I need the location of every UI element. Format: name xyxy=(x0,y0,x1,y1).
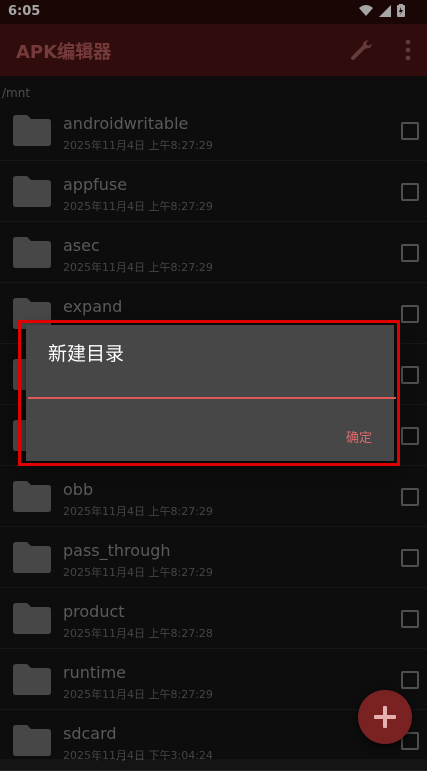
list-item[interactable]: asec 2025年11月4日 上午8:27:29 xyxy=(0,222,427,283)
select-checkbox[interactable] xyxy=(401,122,419,140)
folder-icon xyxy=(13,237,51,268)
folder-icon xyxy=(13,603,51,634)
file-date: 2025年11月4日 上午8:27:29 xyxy=(63,200,213,213)
select-checkbox[interactable] xyxy=(401,549,419,567)
file-name: expand xyxy=(63,297,123,316)
folder-icon xyxy=(13,115,51,146)
folder-icon xyxy=(13,725,51,756)
file-date: 2025年11月4日 下午3:04:24 xyxy=(63,749,213,762)
file-date: 2025年11月4日 上午8:27:29 xyxy=(63,139,213,152)
folder-icon xyxy=(13,481,51,512)
file-name: appfuse xyxy=(63,175,128,194)
signal-icon xyxy=(359,4,373,16)
list-item[interactable]: pass_through 2025年11月4日 上午8:27:29 xyxy=(0,527,427,588)
select-checkbox[interactable] xyxy=(401,427,419,445)
select-checkbox[interactable] xyxy=(401,244,419,262)
file-name: sdcard xyxy=(63,724,117,743)
file-name: runtime xyxy=(63,663,127,682)
file-date: 2025年11月4日 上午8:27:29 xyxy=(63,505,213,518)
folder-icon xyxy=(13,542,51,573)
file-name: androidwritable xyxy=(63,114,189,133)
file-name: asec xyxy=(63,236,100,255)
folder-icon xyxy=(13,176,51,207)
select-checkbox[interactable] xyxy=(401,488,419,506)
file-date: 2025年11月4日 上午8:27:29 xyxy=(63,688,213,701)
file-name: product xyxy=(63,602,125,621)
select-checkbox[interactable] xyxy=(401,305,419,323)
more-vert-icon[interactable] xyxy=(403,38,413,62)
add-button[interactable] xyxy=(358,690,412,744)
app-title: APK编辑器 xyxy=(16,42,112,63)
list-item[interactable]: appfuse 2025年11月4日 上午8:27:29 xyxy=(0,161,427,222)
file-name: obb xyxy=(63,480,94,499)
file-date: 2025年11月4日 上午8:27:29 xyxy=(63,261,213,274)
folder-name-input[interactable] xyxy=(28,371,396,399)
file-date: 2025年11月4日 上午8:27:29 xyxy=(63,566,213,579)
file-date: 2025年11月4日 上午8:27:28 xyxy=(63,627,213,640)
status-time: 6:05 xyxy=(8,4,41,19)
cellular-icon xyxy=(379,4,391,17)
list-item[interactable]: product 2025年11月4日 上午8:27:28 xyxy=(0,588,427,649)
select-checkbox[interactable] xyxy=(401,671,419,689)
select-checkbox[interactable] xyxy=(401,366,419,384)
file-name: pass_through xyxy=(63,541,171,560)
list-item[interactable]: obb 2025年11月4日 上午8:27:29 xyxy=(0,466,427,527)
status-bar: 6:05 xyxy=(0,0,427,24)
current-path: /mnt xyxy=(2,86,31,100)
app-bar: APK编辑器 xyxy=(0,24,427,76)
add-icon xyxy=(374,706,396,728)
list-item[interactable]: androidwritable 2025年11月4日 上午8:27:29 xyxy=(0,100,427,161)
battery-icon xyxy=(397,4,405,17)
select-checkbox[interactable] xyxy=(401,610,419,628)
wrench-icon[interactable] xyxy=(349,36,375,62)
new-folder-dialog: 新建目录 确定 xyxy=(26,325,396,461)
folder-icon xyxy=(13,664,51,695)
select-checkbox[interactable] xyxy=(401,183,419,201)
confirm-button[interactable]: 确定 xyxy=(346,427,372,446)
status-icons xyxy=(359,4,405,17)
dialog-title: 新建目录 xyxy=(48,343,125,365)
